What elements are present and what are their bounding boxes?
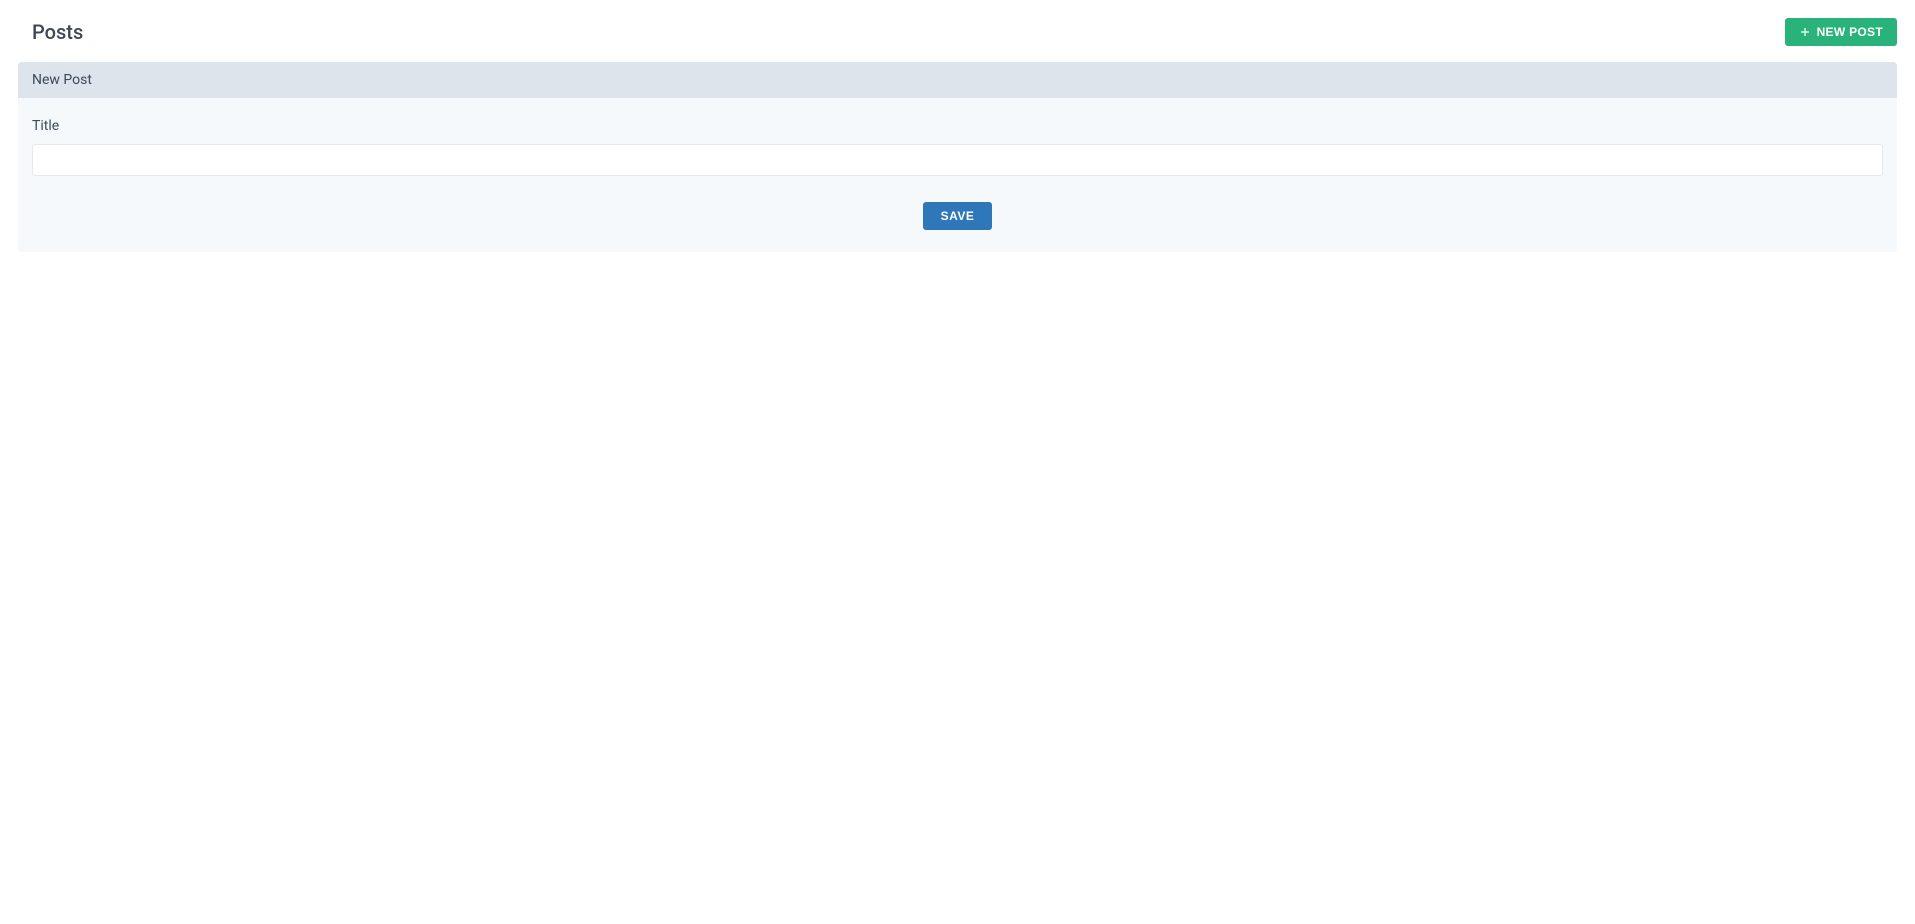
page-header: Posts NEW POST xyxy=(18,18,1897,46)
card-body: Title SAVE xyxy=(18,98,1897,252)
title-label: Title xyxy=(32,118,1883,134)
title-input[interactable] xyxy=(32,144,1883,176)
new-post-card: New Post Title SAVE xyxy=(18,62,1897,252)
card-header: New Post xyxy=(18,62,1897,98)
page-title: Posts xyxy=(32,20,83,44)
save-button-row: SAVE xyxy=(32,202,1883,230)
new-post-button[interactable]: NEW POST xyxy=(1785,18,1897,46)
plus-icon xyxy=(1799,26,1811,38)
new-post-button-label: NEW POST xyxy=(1817,25,1883,39)
save-button[interactable]: SAVE xyxy=(923,202,993,230)
